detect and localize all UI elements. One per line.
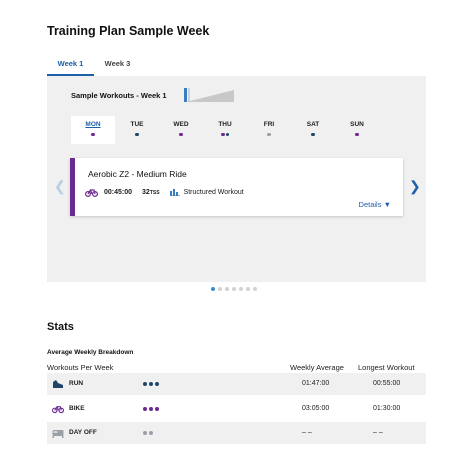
pager-dot[interactable]: [232, 287, 236, 291]
workout-count-dot: [142, 431, 147, 435]
day-thu[interactable]: THU: [203, 116, 247, 144]
day-label: TUE: [130, 121, 144, 128]
day-fri[interactable]: FRI: [247, 116, 291, 144]
workout-dot: [179, 132, 183, 136]
workout-dot: [355, 132, 359, 136]
workout-dot: [225, 132, 229, 136]
weekly-average-value: – –: [302, 429, 312, 436]
tab-week-3[interactable]: Week 3: [94, 56, 141, 76]
workout-count-dot: [148, 407, 153, 411]
day-workout-dots: [203, 132, 247, 136]
pager-dot[interactable]: [218, 287, 222, 291]
workout-name: Aerobic Z2 - Medium Ride: [88, 169, 187, 179]
stats-row-run: RUN 01:47:00 00:55:00: [47, 373, 426, 395]
day-workout-dots: [159, 132, 203, 136]
tss-value: 32: [142, 188, 150, 196]
workout-count-dot: [142, 407, 147, 411]
weekly-average-value: 01:47:00: [302, 380, 330, 387]
caret-down-icon: ▼: [383, 200, 391, 209]
details-toggle[interactable]: Details ▼: [359, 200, 391, 209]
weekly-average-value: 03:05:00: [302, 405, 330, 412]
tss-unit: TSS: [149, 189, 160, 196]
workouts-per-week-dots: [142, 407, 160, 411]
bed-icon: [52, 430, 64, 438]
page-title: Training Plan Sample Week: [47, 24, 210, 38]
day-label: FRI: [263, 121, 275, 128]
stats-row-bike: BIKE 03:05:00 01:30:00: [47, 398, 426, 420]
stats-title: Stats: [47, 321, 74, 333]
workout-tss: 32TSS: [142, 189, 160, 196]
header-weekly-average: Weekly Average: [290, 363, 344, 372]
day-selector: MON TUE WED THU FRI SAT SUN: [71, 116, 379, 144]
header-workouts-per-week: Workouts Per Week: [47, 363, 114, 372]
day-mon[interactable]: MON: [71, 116, 115, 144]
longest-workout-value: 00:55:00: [373, 380, 401, 387]
structured-workout-icon: [169, 189, 180, 196]
pager-dot[interactable]: [211, 287, 215, 291]
workout-meta: 00:45:00 32TSS Structured Workout: [85, 186, 244, 198]
workout-card[interactable]: Aerobic Z2 - Medium Ride 00:45:00 32TSS …: [70, 158, 403, 216]
longest-workout-value: 01:30:00: [373, 405, 401, 412]
day-wed[interactable]: WED: [159, 116, 203, 144]
details-label: Details: [358, 200, 382, 209]
day-label: WED: [173, 121, 189, 128]
week-intensity-slider[interactable]: [184, 87, 234, 103]
sport-name: RUN: [69, 380, 84, 387]
workout-dot: [267, 132, 271, 136]
week-tabs: Week 1 Week 3: [47, 56, 426, 76]
slider-handle[interactable]: [184, 88, 187, 102]
day-label: SUN: [350, 121, 364, 128]
workout-dot: [135, 132, 139, 136]
workout-count-dot: [154, 407, 159, 411]
stats-row-day-off: DAY OFF – – – –: [47, 422, 426, 444]
workout-dot: [311, 132, 315, 136]
day-sun[interactable]: SUN: [335, 116, 379, 144]
sample-workouts-title: Sample Workouts - Week 1: [71, 91, 167, 100]
intensity-ramp: [186, 90, 234, 102]
carousel-pager: [211, 287, 260, 292]
pager-dot[interactable]: [253, 287, 257, 291]
next-workout-arrow[interactable]: ❯: [409, 178, 421, 195]
pager-dot[interactable]: [246, 287, 250, 291]
day-workout-dots: [335, 132, 379, 136]
bike-icon: [85, 188, 98, 197]
workout-count-dot: [154, 382, 159, 386]
day-label: MON: [85, 121, 101, 128]
workout-count-dot: [142, 382, 147, 386]
header-longest-workout: Longest Workout: [358, 363, 415, 372]
day-workout-dots: [71, 132, 115, 136]
workout-type: Structured Workout: [183, 188, 244, 196]
pager-dot[interactable]: [225, 287, 229, 291]
run-shoe-icon: [53, 380, 63, 388]
day-workout-dots: [291, 132, 335, 136]
sport-name: BIKE: [69, 405, 85, 412]
day-workout-dots: [115, 132, 159, 136]
day-tue[interactable]: TUE: [115, 116, 159, 144]
pager-dot[interactable]: [239, 287, 243, 291]
sport-name: DAY OFF: [69, 429, 97, 436]
prev-workout-arrow[interactable]: ❮: [54, 178, 66, 195]
day-label: THU: [218, 121, 232, 128]
day-workout-dots: [247, 132, 291, 136]
longest-workout-value: – –: [373, 429, 383, 436]
workout-duration: 00:45:00: [104, 188, 133, 196]
workout-count-dot: [148, 382, 153, 386]
workout-dot: [91, 132, 95, 136]
workout-count-dot: [148, 431, 153, 435]
bike-icon: [52, 406, 64, 414]
day-sat[interactable]: SAT: [291, 116, 335, 144]
workouts-per-week-dots: [142, 382, 160, 386]
workout-dot: [221, 132, 225, 136]
weekly-breakdown-subtitle: Average Weekly Breakdown: [47, 349, 134, 356]
workouts-per-week-dots: [142, 431, 154, 435]
tab-week-1[interactable]: Week 1: [47, 56, 94, 76]
day-label: SAT: [306, 121, 320, 128]
